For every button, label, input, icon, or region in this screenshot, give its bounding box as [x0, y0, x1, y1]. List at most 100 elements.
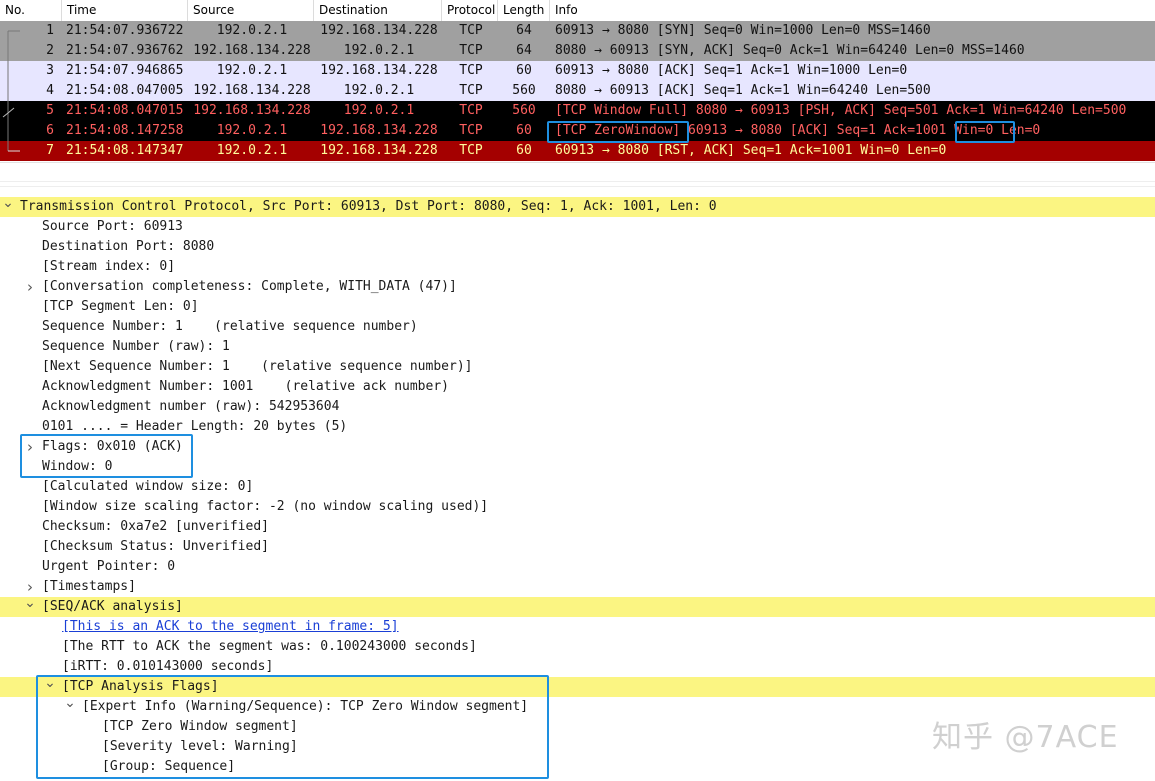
- tree-item-text: [Stream index: 0]: [42, 259, 176, 274]
- packet-no: 3: [46, 63, 54, 78]
- tree-item-text: Acknowledgment Number: 1001 (relative ac…: [42, 379, 449, 394]
- col-header-protocol[interactable]: Protocol: [442, 0, 498, 21]
- tree-item[interactable]: [Calculated window size: 0]: [0, 477, 1155, 497]
- collapse-arrow-icon[interactable]: ⌄: [23, 593, 37, 613]
- packet-no: 2: [46, 43, 54, 58]
- packet-destination: 192.168.134.228: [320, 143, 438, 158]
- tree-item[interactable]: [Next Sequence Number: 1 (relative seque…: [0, 357, 1155, 377]
- packet-no: 6: [46, 123, 54, 138]
- packet-destination: 192.0.2.1: [343, 83, 415, 98]
- packet-no: 4: [46, 83, 54, 98]
- packet-length: 60: [516, 63, 532, 78]
- tree-item-text: [iRTT: 0.010143000 seconds]: [62, 659, 274, 674]
- col-header-time[interactable]: Time: [62, 0, 188, 21]
- packet-time: 21:54:07.946865: [66, 63, 184, 78]
- packet-time: 21:54:07.936762: [66, 43, 184, 58]
- tree-item-text: Sequence Number: 1 (relative sequence nu…: [42, 319, 418, 334]
- packet-info: [TCP Window Full] 8080 → 60913 [PSH, ACK…: [555, 103, 1127, 118]
- packet-destination: 192.0.2.1: [343, 103, 415, 118]
- col-header-source[interactable]: Source: [188, 0, 314, 21]
- tree-item[interactable]: Sequence Number (raw): 1: [0, 337, 1155, 357]
- tree-item-text: [Conversation completeness: Complete, WI…: [42, 279, 457, 294]
- packet-row[interactable]: 3 21:54:07.946865 192.0.2.1 192.168.134.228…: [0, 61, 1155, 81]
- tree-item-text: Urgent Pointer: 0: [42, 559, 176, 574]
- packet-length: 64: [516, 23, 532, 38]
- col-header-info[interactable]: Info: [550, 0, 1155, 21]
- tree-item[interactable]: › [Conversation completeness: Complete, W…: [0, 277, 1155, 297]
- collapse-arrow-icon[interactable]: ⌄: [1, 193, 15, 213]
- packet-source: 192.0.2.1: [216, 23, 288, 38]
- col-header-length[interactable]: Length: [498, 0, 550, 21]
- tree-item-text: [Next Sequence Number: 1 (relative seque…: [42, 359, 473, 374]
- packet-length: 60: [516, 123, 532, 138]
- packet-protocol: TCP: [459, 23, 483, 38]
- tree-item-text: [Timestamps]: [42, 579, 136, 594]
- packet-destination: 192.168.134.228: [320, 63, 438, 78]
- tree-item[interactable]: [This is an ACK to the segment in frame:…: [0, 617, 1155, 637]
- packet-info: 60913 → 8080 [SYN] Seq=0 Win=1000 Len=0 …: [555, 23, 931, 38]
- packet-length: 560: [512, 103, 536, 118]
- packet-time: 21:54:08.047015: [66, 103, 184, 118]
- tree-item[interactable]: Urgent Pointer: 0: [0, 557, 1155, 577]
- packet-protocol: TCP: [459, 143, 483, 158]
- packet-length: 560: [512, 83, 536, 98]
- tree-item[interactable]: [The RTT to ACK the segment was: 0.10024…: [0, 637, 1155, 657]
- tree-item[interactable]: Source Port: 60913: [0, 217, 1155, 237]
- packet-row[interactable]: 7 21:54:08.147347 192.0.2.1 192.168.134.228…: [0, 141, 1155, 161]
- flags-window-annotation-box: [20, 434, 193, 478]
- tree-item[interactable]: Sequence Number: 1 (relative sequence nu…: [0, 317, 1155, 337]
- tree-item-text: [SEQ/ACK analysis]: [42, 599, 183, 614]
- tree-item-text: Sequence Number (raw): 1: [42, 339, 230, 354]
- analysis-flags-annotation-box: [36, 675, 549, 779]
- tree-item[interactable]: ⌄ Transmission Control Protocol, Src Port…: [0, 195, 1155, 217]
- tree-item[interactable]: [Checksum Status: Unverified]: [0, 537, 1155, 557]
- tree-item[interactable]: Checksum: 0xa7e2 [unverified]: [0, 517, 1155, 537]
- packet-row[interactable]: 1 21:54:07.936722 192.0.2.1 192.168.134.228…: [0, 21, 1155, 41]
- packet-source: 192.168.134.228: [193, 103, 311, 118]
- tree-item[interactable]: Acknowledgment Number: 1001 (relative ac…: [0, 377, 1155, 397]
- packet-row[interactable]: 5 21:54:08.047015 192.168.134.228 192.0.2.1…: [0, 101, 1155, 121]
- splitter-grip[interactable]: [0, 181, 1155, 187]
- packet-time: 21:54:08.147347: [66, 143, 184, 158]
- packet-source: 192.168.134.228: [193, 43, 311, 58]
- pane-splitter[interactable]: [0, 162, 1155, 197]
- tree-item[interactable]: ⌄ [SEQ/ACK analysis]: [0, 595, 1155, 617]
- tree-item-text: [Checksum Status: Unverified]: [42, 539, 269, 554]
- tree-item[interactable]: [Window size scaling factor: -2 (no wind…: [0, 497, 1155, 517]
- watermark: 知乎 @7ACE: [932, 720, 1119, 755]
- packet-protocol: TCP: [459, 103, 483, 118]
- packet-protocol: TCP: [459, 63, 483, 78]
- expand-arrow-icon[interactable]: ›: [23, 277, 37, 297]
- tree-item-text: Checksum: 0xa7e2 [unverified]: [42, 519, 269, 534]
- tree-item[interactable]: Acknowledgment number (raw): 542953604: [0, 397, 1155, 417]
- tree-item[interactable]: Destination Port: 8080: [0, 237, 1155, 257]
- packet-length: 64: [516, 43, 532, 58]
- col-header-no[interactable]: No.: [0, 0, 62, 21]
- zerowindow-annotation-box: [547, 121, 689, 143]
- packet-info: 60913 → 8080 [RST, ACK] Seq=1 Ack=1001 W…: [555, 143, 947, 158]
- tree-item-text: [Calculated window size: 0]: [42, 479, 254, 494]
- tree-item[interactable]: [iRTT: 0.010143000 seconds]: [0, 657, 1155, 677]
- packet-list: No. Time Source Destination Protocol Len…: [0, 0, 1155, 162]
- packet-info: 8080 → 60913 [ACK] Seq=1 Ack=1 Win=64240…: [555, 83, 931, 98]
- tree-item-text: [TCP Segment Len: 0]: [42, 299, 199, 314]
- packet-time: 21:54:08.047005: [66, 83, 184, 98]
- packet-protocol: TCP: [459, 83, 483, 98]
- tree-item-text: Source Port: 60913: [42, 219, 183, 234]
- packet-no: 7: [46, 143, 54, 158]
- packet-row[interactable]: 4 21:54:08.047005 192.168.134.228 192.0.2.1…: [0, 81, 1155, 101]
- tree-item[interactable]: › [Timestamps]: [0, 577, 1155, 597]
- packet-source: 192.0.2.1: [216, 143, 288, 158]
- packet-row[interactable]: 2 21:54:07.936762 192.168.134.228 192.0.2.1…: [0, 41, 1155, 61]
- packet-info: 8080 → 60913 [SYN, ACK] Seq=0 Ack=1 Win=…: [555, 43, 1025, 58]
- tree-item-text: [Window size scaling factor: -2 (no wind…: [42, 499, 489, 514]
- tree-item[interactable]: [Stream index: 0]: [0, 257, 1155, 277]
- packet-list-header: No. Time Source Destination Protocol Len…: [0, 0, 1155, 22]
- col-header-destination[interactable]: Destination: [314, 0, 442, 21]
- packet-source: 192.168.134.228: [193, 83, 311, 98]
- frame-link[interactable]: [This is an ACK to the segment in frame:…: [62, 617, 399, 637]
- packet-protocol: TCP: [459, 43, 483, 58]
- packet-no: 5: [46, 103, 54, 118]
- packet-source: 192.0.2.1: [216, 123, 288, 138]
- tree-item[interactable]: [TCP Segment Len: 0]: [0, 297, 1155, 317]
